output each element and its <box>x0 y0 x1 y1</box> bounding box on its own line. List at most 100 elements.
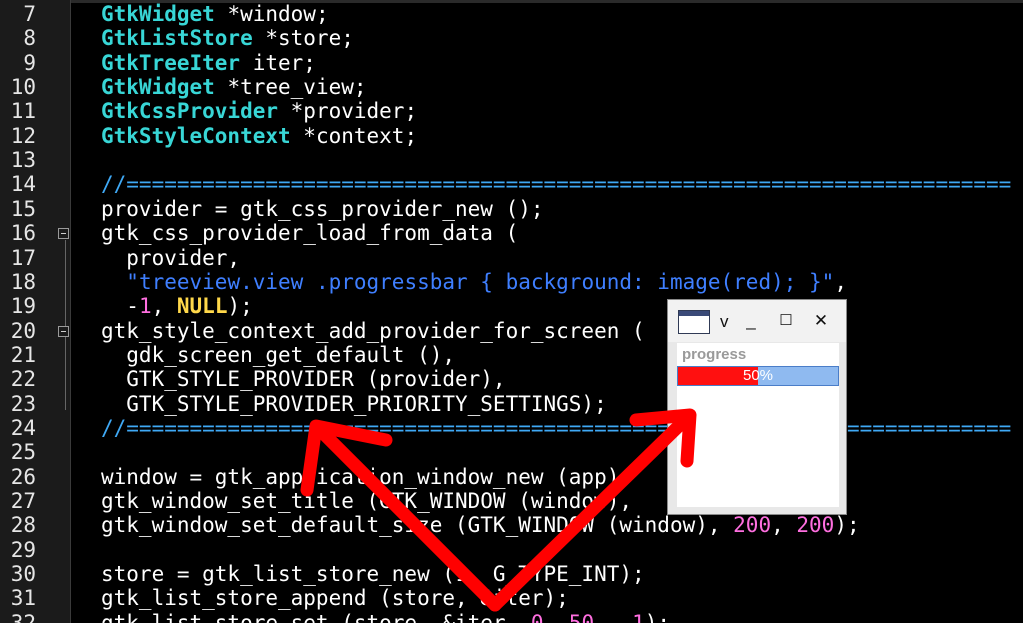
line-number: 25 <box>10 440 36 465</box>
line-code[interactable]: GtkWidget *window; <box>101 2 329 26</box>
close-button[interactable]: ✕ <box>810 310 832 332</box>
line-number: 19 <box>10 294 36 319</box>
code-editor[interactable]: 7 GtkWidget *window; 8 GtkListStore *store;… <box>0 0 1023 623</box>
code-token: *window; <box>214 2 329 26</box>
line-code[interactable]: "treeview.view .progressbar { background… <box>101 270 847 294</box>
line-number: 21 <box>10 342 36 367</box>
line-number: 32 <box>10 610 36 623</box>
line-code[interactable]: GtkCssProvider *provider; <box>101 99 417 123</box>
code-token: GtkListStore <box>101 26 253 51</box>
code-token: //======================================… <box>101 172 1012 197</box>
gutter-divider <box>70 0 71 623</box>
fold-toggle-icon[interactable] <box>58 228 69 240</box>
line-code[interactable]: gdk_screen_get_default (), <box>101 343 455 367</box>
progress-bar-text: 50% <box>742 367 774 384</box>
code-token: - <box>101 294 139 319</box>
tree-view[interactable]: progress 50% <box>677 343 839 507</box>
line-code[interactable]: store = gtk_list_store_new (1, G_TYPE_IN… <box>101 562 645 586</box>
code-token: GtkStyleContext <box>101 123 291 148</box>
code-token: provider, <box>101 245 241 270</box>
code-token: , <box>771 513 797 538</box>
code-token: 50 <box>568 610 595 623</box>
line-number: 11 <box>10 99 36 124</box>
code-token: GtkCssProvider <box>101 99 279 124</box>
line-number: 28 <box>10 513 36 538</box>
code-token: 200 <box>733 513 772 538</box>
code-token: gtk_window_set_title (GTK_WINDOW (window… <box>101 489 645 513</box>
line-code[interactable]: gtk_css_provider_load_from_data ( <box>101 221 518 245</box>
line-number: 15 <box>10 196 36 221</box>
code-token: gtk_list_store_set (store, &iter, <box>101 610 531 623</box>
line-code[interactable]: //======================================… <box>101 416 1011 440</box>
code-token: provider = gtk_css_provider_new (); <box>101 196 544 221</box>
code-token: 1 <box>632 610 645 623</box>
window-titlebar[interactable]: v _ ☐ ✕ <box>668 300 846 342</box>
code-token: ); <box>644 610 671 623</box>
line-number: 17 <box>10 245 36 270</box>
code-token: GTK_STYLE_PROVIDER (provider), <box>101 367 506 392</box>
line-code[interactable]: gtk_style_context_add_provider_for_scree… <box>101 319 645 343</box>
line-code[interactable]: GTK_STYLE_PROVIDER (provider), <box>101 367 506 392</box>
code-token: window = gtk_application_window_new (app… <box>101 464 633 489</box>
code-token: GtkWidget <box>101 2 215 26</box>
gtk-app-window[interactable]: v _ ☐ ✕ progress 50% <box>667 299 847 515</box>
line-number: 14 <box>10 172 36 197</box>
progress-bar: 50% <box>677 366 839 386</box>
line-code[interactable]: gtk_window_set_title (GTK_WINDOW (window… <box>101 489 645 513</box>
code-token: 1 <box>138 294 152 319</box>
code-token: , <box>543 610 569 623</box>
line-number: 9 <box>23 50 36 75</box>
line-code[interactable]: provider = gtk_css_provider_new (); <box>101 197 544 221</box>
code-token: , - <box>594 610 633 623</box>
fold-toggle-icon[interactable] <box>58 325 69 337</box>
line-code[interactable]: GtkWidget *tree_view; <box>101 75 367 99</box>
maximize-button[interactable]: ☐ <box>775 310 797 332</box>
code-token: gtk_css_provider_load_from_data ( <box>101 221 519 246</box>
code-token: NULL <box>176 294 228 319</box>
line-number: 13 <box>10 148 36 173</box>
line-code[interactable]: gtk_window_set_default_size (GTK_WINDOW … <box>101 513 860 537</box>
line-number: 8 <box>23 26 36 51</box>
code-token: , <box>834 269 847 294</box>
code-token: GTK_STYLE_PROVIDER_PRIORITY_SETTINGS); <box>101 391 607 416</box>
line-code[interactable]: //======================================… <box>101 172 1011 196</box>
code-token: "treeview.view .progressbar { background… <box>126 269 835 294</box>
code-token: 0 <box>530 610 544 623</box>
line-number: 29 <box>10 537 36 562</box>
code-token: *context; <box>290 123 418 148</box>
line-number: 10 <box>10 75 36 100</box>
minimize-button[interactable]: _ <box>740 310 762 332</box>
line-number: 26 <box>10 464 36 489</box>
line-number: 18 <box>10 269 36 294</box>
code-token: gtk_window_set_default_size (GTK_WINDOW … <box>101 513 734 538</box>
line-code[interactable]: GtkStyleContext *context; <box>101 124 417 148</box>
line-code[interactable]: gtk_list_store_append (store, &iter); <box>101 586 569 610</box>
line-number: 31 <box>10 586 36 611</box>
code-token: ); <box>227 294 253 319</box>
code-token: gtk_style_context_add_provider_for_scree… <box>101 318 645 343</box>
line-code[interactable]: GtkTreeIter iter; <box>101 51 316 75</box>
line-number: 27 <box>10 489 36 513</box>
line-number: 24 <box>10 415 36 440</box>
code-token: //======================================… <box>101 415 1012 440</box>
line-code[interactable]: provider, <box>101 246 240 270</box>
line-number: 30 <box>10 562 36 587</box>
code-token: *provider; <box>278 99 418 124</box>
window-title: v <box>720 312 729 331</box>
line-number: 23 <box>10 391 36 416</box>
app-window-icon <box>678 310 710 334</box>
line-number: 7 <box>23 2 36 26</box>
code-token: iter; <box>240 50 316 75</box>
line-number: 16 <box>10 221 36 246</box>
line-code[interactable]: -1, NULL); <box>101 294 253 319</box>
line-code[interactable]: GTK_STYLE_PROVIDER_PRIORITY_SETTINGS); <box>101 391 607 416</box>
line-number: 12 <box>10 123 36 148</box>
line-code[interactable]: gtk_list_store_set (store, &iter, 0, 50,… <box>101 611 670 623</box>
column-header-progress[interactable]: progress <box>682 346 746 363</box>
line-number: 22 <box>10 367 36 392</box>
code-token: gtk_list_store_append (store, &iter); <box>101 586 569 611</box>
line-code[interactable]: window = gtk_application_window_new (app… <box>101 465 632 489</box>
code-token: store = gtk_list_store_new (1, G_TYPE_IN… <box>101 562 645 587</box>
line-code[interactable]: GtkListStore *store; <box>101 26 354 50</box>
